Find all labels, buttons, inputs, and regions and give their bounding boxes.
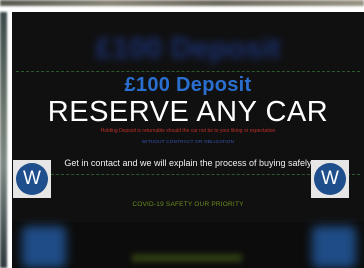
reserve-heading: RESERVE ANY CAR (47, 96, 329, 128)
w-logo-icon: W (314, 163, 346, 195)
blurred-background-title: £100 Deposit (95, 32, 281, 65)
w-logo-icon: W (16, 163, 48, 195)
blurred-background-footer (12, 222, 364, 268)
blurred-text (132, 254, 242, 262)
w-logo-badge-right[interactable]: W (311, 160, 349, 198)
w-logo-badge-left[interactable]: W (13, 160, 51, 198)
dashed-divider-top (16, 71, 360, 72)
blurred-logo-left (22, 226, 66, 268)
left-photo-strip (0, 12, 7, 268)
page: £100 Deposit £100 Deposit RESERVE ANY CA… (0, 0, 364, 268)
promo-banner: £100 Deposit £100 Deposit RESERVE ANY CA… (12, 12, 364, 268)
top-photo-strip (0, 0, 364, 6)
deposit-heading: £100 Deposit (124, 74, 252, 96)
blurred-logo-right (312, 226, 356, 268)
holding-deposit-note: Holding Deposit is returnable should the… (100, 128, 276, 134)
covid-safety-line: COVID-19 SAFETY OUR PRIORITY (132, 201, 244, 208)
dashed-divider-bottom (16, 174, 360, 175)
no-obligation-note: WITHOUT CONTRACT OR OBLIGATION (141, 139, 235, 144)
